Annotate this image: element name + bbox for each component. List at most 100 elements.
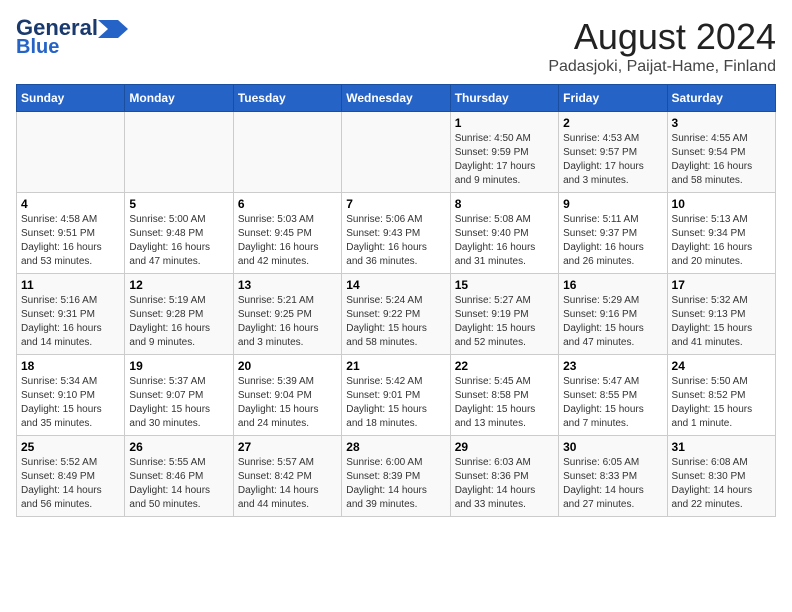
calendar-cell: 23Sunrise: 5:47 AM Sunset: 8:55 PM Dayli…: [559, 355, 667, 436]
day-info: Sunrise: 4:58 AM Sunset: 9:51 PM Dayligh…: [21, 213, 120, 269]
calendar-cell: 13 Sunrise: 5:21 AM Sunset: 9:25 PM Dayli…: [233, 274, 341, 355]
day-number: 28: [346, 440, 445, 454]
day-info: Sunrise: 5:08 AM Sunset: 9:40 PM Dayligh…: [455, 213, 554, 269]
day-number: 15: [455, 278, 554, 292]
col-saturday: Saturday: [667, 85, 775, 112]
day-number: 21: [346, 359, 445, 373]
day-number: 19: [129, 359, 228, 373]
calendar-cell: 10 Sunrise: 5:13 AM Sunset: 9:34 PM Dayli…: [667, 193, 775, 274]
day-info: Sunrise: 5:00 AM Sunset: 9:48 PM Dayligh…: [129, 213, 228, 269]
day-info: Sunrise: 5:32 AM Sunset: 9:13 PM Dayligh…: [672, 294, 771, 350]
calendar-week-4: 25 Sunrise: 5:52 AM Sunset: 8:49 PM Dayli…: [17, 436, 776, 517]
month-year-title: August 2024: [548, 16, 776, 58]
day-info: Sunrise: 5:50 AM Sunset: 8:52 PM Dayligh…: [672, 375, 771, 431]
day-info: Sunrise: 5:57 AM Sunset: 8:42 PM Dayligh…: [238, 456, 337, 512]
day-number: 22: [455, 359, 554, 373]
day-number: 24: [672, 359, 771, 373]
logo-arrow-icon: [98, 20, 128, 38]
day-info: Sunrise: 5:11 AM Sunset: 9:37 PM Dayligh…: [563, 213, 662, 269]
day-info: Sunrise: 5:42 AM Sunset: 9:01 PM Dayligh…: [346, 375, 445, 431]
day-info: Sunrise: 4:53 AM Sunset: 9:57 PM Dayligh…: [563, 132, 662, 188]
col-monday: Monday: [125, 85, 233, 112]
calendar-cell: 29 Sunrise: 6:03 AM Sunset: 8:36 PM Dayli…: [450, 436, 558, 517]
day-info: Sunrise: 5:27 AM Sunset: 9:19 PM Dayligh…: [455, 294, 554, 350]
day-info: Sunrise: 5:34 AM Sunset: 9:10 PM Dayligh…: [21, 375, 120, 431]
calendar-cell: 17 Sunrise: 5:32 AM Sunset: 9:13 PM Dayli…: [667, 274, 775, 355]
day-info: Sunrise: 5:19 AM Sunset: 9:28 PM Dayligh…: [129, 294, 228, 350]
logo: General Blue: [16, 16, 128, 58]
calendar-cell: 4 Sunrise: 4:58 AM Sunset: 9:51 PM Daylig…: [17, 193, 125, 274]
day-number: 2: [563, 116, 662, 130]
calendar-cell: 7Sunrise: 5:06 AM Sunset: 9:43 PM Daylig…: [342, 193, 450, 274]
day-info: Sunrise: 5:55 AM Sunset: 8:46 PM Dayligh…: [129, 456, 228, 512]
day-number: 6: [238, 197, 337, 211]
calendar-cell: [17, 112, 125, 193]
col-sunday: Sunday: [17, 85, 125, 112]
day-info: Sunrise: 5:45 AM Sunset: 8:58 PM Dayligh…: [455, 375, 554, 431]
calendar-cell: 27Sunrise: 5:57 AM Sunset: 8:42 PM Dayli…: [233, 436, 341, 517]
day-info: Sunrise: 5:52 AM Sunset: 8:49 PM Dayligh…: [21, 456, 120, 512]
day-number: 4: [21, 197, 120, 211]
calendar-cell: 20 Sunrise: 5:39 AM Sunset: 9:04 PM Dayli…: [233, 355, 341, 436]
calendar-table: Sunday Monday Tuesday Wednesday Thursday…: [16, 84, 776, 517]
day-number: 25: [21, 440, 120, 454]
day-number: 31: [672, 440, 771, 454]
location-subtitle: Padasjoki, Paijat-Hame, Finland: [548, 58, 776, 76]
calendar-cell: 24 Sunrise: 5:50 AM Sunset: 8:52 PM Dayli…: [667, 355, 775, 436]
day-number: 26: [129, 440, 228, 454]
day-number: 11: [21, 278, 120, 292]
calendar-week-0: 1 Sunrise: 4:50 AM Sunset: 9:59 PM Daylig…: [17, 112, 776, 193]
day-number: 1: [455, 116, 554, 130]
calendar-cell: 22 Sunrise: 5:45 AM Sunset: 8:58 PM Dayli…: [450, 355, 558, 436]
day-info: Sunrise: 6:03 AM Sunset: 8:36 PM Dayligh…: [455, 456, 554, 512]
logo-blue-text: Blue: [16, 36, 59, 58]
day-number: 7: [346, 197, 445, 211]
col-wednesday: Wednesday: [342, 85, 450, 112]
day-info: Sunrise: 5:16 AM Sunset: 9:31 PM Dayligh…: [21, 294, 120, 350]
day-info: Sunrise: 4:50 AM Sunset: 9:59 PM Dayligh…: [455, 132, 554, 188]
calendar-cell: 28Sunrise: 6:00 AM Sunset: 8:39 PM Dayli…: [342, 436, 450, 517]
col-friday: Friday: [559, 85, 667, 112]
calendar-cell: 1 Sunrise: 4:50 AM Sunset: 9:59 PM Daylig…: [450, 112, 558, 193]
page-header: General Blue August 2024 Padasjoki, Paij…: [16, 16, 776, 76]
calendar-cell: 26 Sunrise: 5:55 AM Sunset: 8:46 PM Dayli…: [125, 436, 233, 517]
day-info: Sunrise: 4:55 AM Sunset: 9:54 PM Dayligh…: [672, 132, 771, 188]
day-info: Sunrise: 5:13 AM Sunset: 9:34 PM Dayligh…: [672, 213, 771, 269]
calendar-cell: [233, 112, 341, 193]
calendar-cell: 16 Sunrise: 5:29 AM Sunset: 9:16 PM Dayli…: [559, 274, 667, 355]
calendar-cell: [342, 112, 450, 193]
calendar-header-row: Sunday Monday Tuesday Wednesday Thursday…: [17, 85, 776, 112]
day-info: Sunrise: 5:24 AM Sunset: 9:22 PM Dayligh…: [346, 294, 445, 350]
day-number: 30: [563, 440, 662, 454]
calendar-cell: 21 Sunrise: 5:42 AM Sunset: 9:01 PM Dayli…: [342, 355, 450, 436]
calendar-cell: 30Sunrise: 6:05 AM Sunset: 8:33 PM Dayli…: [559, 436, 667, 517]
day-number: 8: [455, 197, 554, 211]
calendar-cell: 19 Sunrise: 5:37 AM Sunset: 9:07 PM Dayli…: [125, 355, 233, 436]
calendar-week-2: 11 Sunrise: 5:16 AM Sunset: 9:31 PM Dayli…: [17, 274, 776, 355]
day-number: 17: [672, 278, 771, 292]
day-number: 12: [129, 278, 228, 292]
calendar-cell: 12 Sunrise: 5:19 AM Sunset: 9:28 PM Dayli…: [125, 274, 233, 355]
day-number: 29: [455, 440, 554, 454]
calendar-cell: 18 Sunrise: 5:34 AM Sunset: 9:10 PM Dayli…: [17, 355, 125, 436]
calendar-cell: 11 Sunrise: 5:16 AM Sunset: 9:31 PM Dayli…: [17, 274, 125, 355]
day-info: Sunrise: 5:37 AM Sunset: 9:07 PM Dayligh…: [129, 375, 228, 431]
day-info: Sunrise: 5:29 AM Sunset: 9:16 PM Dayligh…: [563, 294, 662, 350]
day-info: Sunrise: 5:21 AM Sunset: 9:25 PM Dayligh…: [238, 294, 337, 350]
calendar-cell: 3Sunrise: 4:55 AM Sunset: 9:54 PM Daylig…: [667, 112, 775, 193]
day-number: 20: [238, 359, 337, 373]
calendar-cell: 14 Sunrise: 5:24 AM Sunset: 9:22 PM Dayli…: [342, 274, 450, 355]
calendar-cell: 15 Sunrise: 5:27 AM Sunset: 9:19 PM Dayli…: [450, 274, 558, 355]
day-number: 18: [21, 359, 120, 373]
calendar-week-3: 18 Sunrise: 5:34 AM Sunset: 9:10 PM Dayli…: [17, 355, 776, 436]
day-number: 13: [238, 278, 337, 292]
calendar-cell: 9Sunrise: 5:11 AM Sunset: 9:37 PM Daylig…: [559, 193, 667, 274]
day-number: 16: [563, 278, 662, 292]
calendar-cell: 2 Sunrise: 4:53 AM Sunset: 9:57 PM Daylig…: [559, 112, 667, 193]
calendar-cell: 5Sunrise: 5:00 AM Sunset: 9:48 PM Daylig…: [125, 193, 233, 274]
day-number: 14: [346, 278, 445, 292]
day-info: Sunrise: 5:39 AM Sunset: 9:04 PM Dayligh…: [238, 375, 337, 431]
day-number: 10: [672, 197, 771, 211]
calendar-cell: 31Sunrise: 6:08 AM Sunset: 8:30 PM Dayli…: [667, 436, 775, 517]
col-tuesday: Tuesday: [233, 85, 341, 112]
